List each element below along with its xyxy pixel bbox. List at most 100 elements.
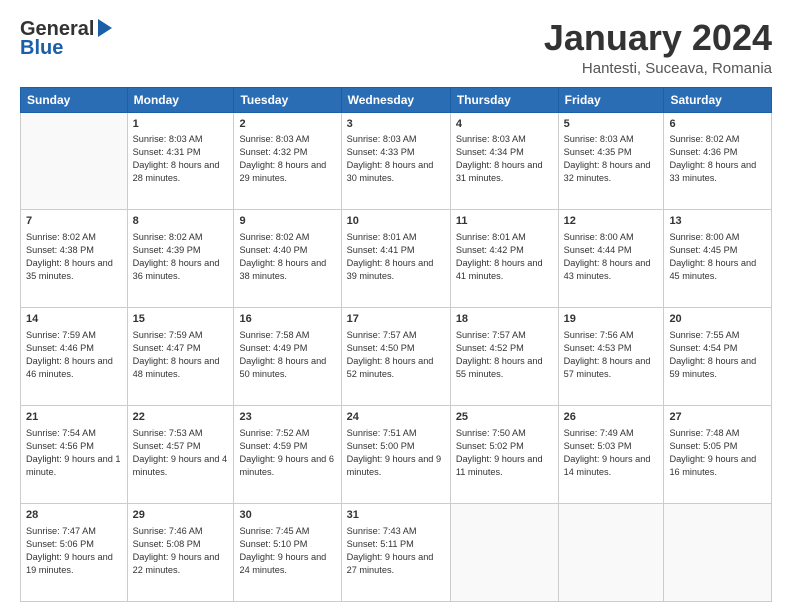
day-info: Sunrise: 7:45 AMSunset: 5:10 PMDaylight:… — [239, 525, 335, 577]
day-number: 4 — [456, 117, 553, 132]
day-number: 21 — [26, 410, 122, 425]
title-section: January 2024 Hantesti, Suceava, Romania — [544, 18, 772, 77]
day-number: 23 — [239, 410, 335, 425]
day-number: 17 — [347, 312, 445, 327]
calendar-cell: 2Sunrise: 8:03 AMSunset: 4:32 PMDaylight… — [234, 112, 341, 210]
calendar-cell: 26 Sunrise: 7:49 AMSunset: 5:03 PMDayligh… — [558, 406, 664, 504]
day-info: Sunrise: 7:55 AMSunset: 4:54 PMDaylight:… — [669, 329, 766, 381]
day-info: Sunrise: 8:03 AMSunset: 4:35 PMDaylight:… — [564, 133, 659, 185]
calendar-week-row: 14Sunrise: 7:59 AMSunset: 4:46 PMDayligh… — [21, 308, 772, 406]
calendar-cell: 9Sunrise: 8:02 AMSunset: 4:40 PMDaylight… — [234, 210, 341, 308]
day-number: 13 — [669, 214, 766, 229]
calendar-cell: 17 Sunrise: 7:57 AMSunset: 4:50 PMDayligh… — [341, 308, 450, 406]
calendar-cell: 21Sunrise: 7:54 AMSunset: 4:56 PMDayligh… — [21, 406, 128, 504]
col-monday: Monday — [127, 87, 234, 112]
day-info: Sunrise: 7:58 AMSunset: 4:49 PMDaylight:… — [239, 329, 335, 381]
day-info: Sunrise: 8:00 AMSunset: 4:44 PMDaylight:… — [564, 231, 659, 283]
day-number: 27 — [669, 410, 766, 425]
calendar-cell: 6Sunrise: 8:02 AMSunset: 4:36 PMDaylight… — [664, 112, 772, 210]
calendar-cell — [558, 504, 664, 602]
day-number: 1 — [133, 117, 229, 132]
day-number: 15 — [133, 312, 229, 327]
day-info: Sunrise: 8:02 AMSunset: 4:39 PMDaylight:… — [133, 231, 229, 283]
day-number: 6 — [669, 117, 766, 132]
day-info: Sunrise: 7:59 AMSunset: 4:47 PMDaylight:… — [133, 329, 229, 381]
day-number: 22 — [133, 410, 229, 425]
day-info: Sunrise: 7:51 AMSunset: 5:00 PMDaylight:… — [347, 427, 445, 479]
day-number: 14 — [26, 312, 122, 327]
calendar-table: Sunday Monday Tuesday Wednesday Thursday… — [20, 87, 772, 602]
day-info: Sunrise: 7:56 AMSunset: 4:53 PMDaylight:… — [564, 329, 659, 381]
day-info: Sunrise: 8:03 AMSunset: 4:32 PMDaylight:… — [239, 133, 335, 185]
calendar-cell: 12 Sunrise: 8:00 AMSunset: 4:44 PMDayligh… — [558, 210, 664, 308]
col-tuesday: Tuesday — [234, 87, 341, 112]
day-number: 7 — [26, 214, 122, 229]
day-number: 11 — [456, 214, 553, 229]
day-info: Sunrise: 8:01 AMSunset: 4:42 PMDaylight:… — [456, 231, 553, 283]
day-number: 28 — [26, 508, 122, 523]
day-number: 12 — [564, 214, 659, 229]
day-number: 19 — [564, 312, 659, 327]
calendar-week-row: 1Sunrise: 8:03 AMSunset: 4:31 PMDaylight… — [21, 112, 772, 210]
day-number: 29 — [133, 508, 229, 523]
calendar-cell: 20 Sunrise: 7:55 AMSunset: 4:54 PMDayligh… — [664, 308, 772, 406]
day-number: 10 — [347, 214, 445, 229]
calendar-cell: 27 Sunrise: 7:48 AMSunset: 5:05 PMDayligh… — [664, 406, 772, 504]
calendar-cell: 14Sunrise: 7:59 AMSunset: 4:46 PMDayligh… — [21, 308, 128, 406]
day-info: Sunrise: 7:57 AMSunset: 4:52 PMDaylight:… — [456, 329, 553, 381]
calendar-cell — [21, 112, 128, 210]
day-info: Sunrise: 8:00 AMSunset: 4:45 PMDaylight:… — [669, 231, 766, 283]
calendar-cell — [450, 504, 558, 602]
calendar-cell: 30Sunrise: 7:45 AMSunset: 5:10 PMDayligh… — [234, 504, 341, 602]
calendar-page: General Blue January 2024 Hantesti, Suce… — [0, 0, 792, 612]
calendar-cell: 11 Sunrise: 8:01 AMSunset: 4:42 PMDayligh… — [450, 210, 558, 308]
calendar-cell: 25Sunrise: 7:50 AMSunset: 5:02 PMDayligh… — [450, 406, 558, 504]
day-info: Sunrise: 8:03 AMSunset: 4:34 PMDaylight:… — [456, 133, 553, 185]
day-number: 18 — [456, 312, 553, 327]
day-info: Sunrise: 7:43 AMSunset: 5:11 PMDaylight:… — [347, 525, 445, 577]
day-number: 26 — [564, 410, 659, 425]
calendar-cell: 19 Sunrise: 7:56 AMSunset: 4:53 PMDayligh… — [558, 308, 664, 406]
day-info: Sunrise: 7:47 AMSunset: 5:06 PMDaylight:… — [26, 525, 122, 577]
day-number: 5 — [564, 117, 659, 132]
calendar-cell: 5Sunrise: 8:03 AMSunset: 4:35 PMDaylight… — [558, 112, 664, 210]
calendar-cell: 16 Sunrise: 7:58 AMSunset: 4:49 PMDayligh… — [234, 308, 341, 406]
calendar-cell: 28 Sunrise: 7:47 AMSunset: 5:06 PMDayligh… — [21, 504, 128, 602]
day-info: Sunrise: 7:53 AMSunset: 4:57 PMDaylight:… — [133, 427, 229, 479]
calendar-cell: 29 Sunrise: 7:46 AMSunset: 5:08 PMDayligh… — [127, 504, 234, 602]
day-info: Sunrise: 8:03 AMSunset: 4:33 PMDaylight:… — [347, 133, 445, 185]
day-info: Sunrise: 7:57 AMSunset: 4:50 PMDaylight:… — [347, 329, 445, 381]
location: Hantesti, Suceava, Romania — [544, 60, 772, 77]
day-info: Sunrise: 7:46 AMSunset: 5:08 PMDaylight:… — [133, 525, 229, 577]
col-wednesday: Wednesday — [341, 87, 450, 112]
calendar-cell: 13 Sunrise: 8:00 AMSunset: 4:45 PMDayligh… — [664, 210, 772, 308]
calendar-cell: 24Sunrise: 7:51 AMSunset: 5:00 PMDayligh… — [341, 406, 450, 504]
day-number: 8 — [133, 214, 229, 229]
day-info: Sunrise: 8:03 AMSunset: 4:31 PMDaylight:… — [133, 133, 229, 185]
day-number: 20 — [669, 312, 766, 327]
calendar-week-row: 7Sunrise: 8:02 AMSunset: 4:38 PMDaylight… — [21, 210, 772, 308]
day-number: 31 — [347, 508, 445, 523]
col-saturday: Saturday — [664, 87, 772, 112]
day-number: 16 — [239, 312, 335, 327]
day-number: 9 — [239, 214, 335, 229]
day-info: Sunrise: 7:48 AMSunset: 5:05 PMDaylight:… — [669, 427, 766, 479]
col-thursday: Thursday — [450, 87, 558, 112]
calendar-cell: 4Sunrise: 8:03 AMSunset: 4:34 PMDaylight… — [450, 112, 558, 210]
calendar-cell: 23 Sunrise: 7:52 AMSunset: 4:59 PMDayligh… — [234, 406, 341, 504]
col-sunday: Sunday — [21, 87, 128, 112]
calendar-cell: 1Sunrise: 8:03 AMSunset: 4:31 PMDaylight… — [127, 112, 234, 210]
calendar-cell: 18 Sunrise: 7:57 AMSunset: 4:52 PMDayligh… — [450, 308, 558, 406]
month-title: January 2024 — [544, 18, 772, 58]
day-number: 25 — [456, 410, 553, 425]
calendar-cell: 8 Sunrise: 8:02 AMSunset: 4:39 PMDaylight… — [127, 210, 234, 308]
calendar-cell: 22 Sunrise: 7:53 AMSunset: 4:57 PMDayligh… — [127, 406, 234, 504]
calendar-cell: 31 Sunrise: 7:43 AMSunset: 5:11 PMDayligh… — [341, 504, 450, 602]
day-info: Sunrise: 8:01 AMSunset: 4:41 PMDaylight:… — [347, 231, 445, 283]
logo-arrow-icon — [98, 19, 112, 37]
calendar-week-row: 28 Sunrise: 7:47 AMSunset: 5:06 PMDayligh… — [21, 504, 772, 602]
day-info: Sunrise: 8:02 AMSunset: 4:36 PMDaylight:… — [669, 133, 766, 185]
day-info: Sunrise: 7:49 AMSunset: 5:03 PMDaylight:… — [564, 427, 659, 479]
calendar-cell: 3Sunrise: 8:03 AMSunset: 4:33 PMDaylight… — [341, 112, 450, 210]
day-info: Sunrise: 7:52 AMSunset: 4:59 PMDaylight:… — [239, 427, 335, 479]
